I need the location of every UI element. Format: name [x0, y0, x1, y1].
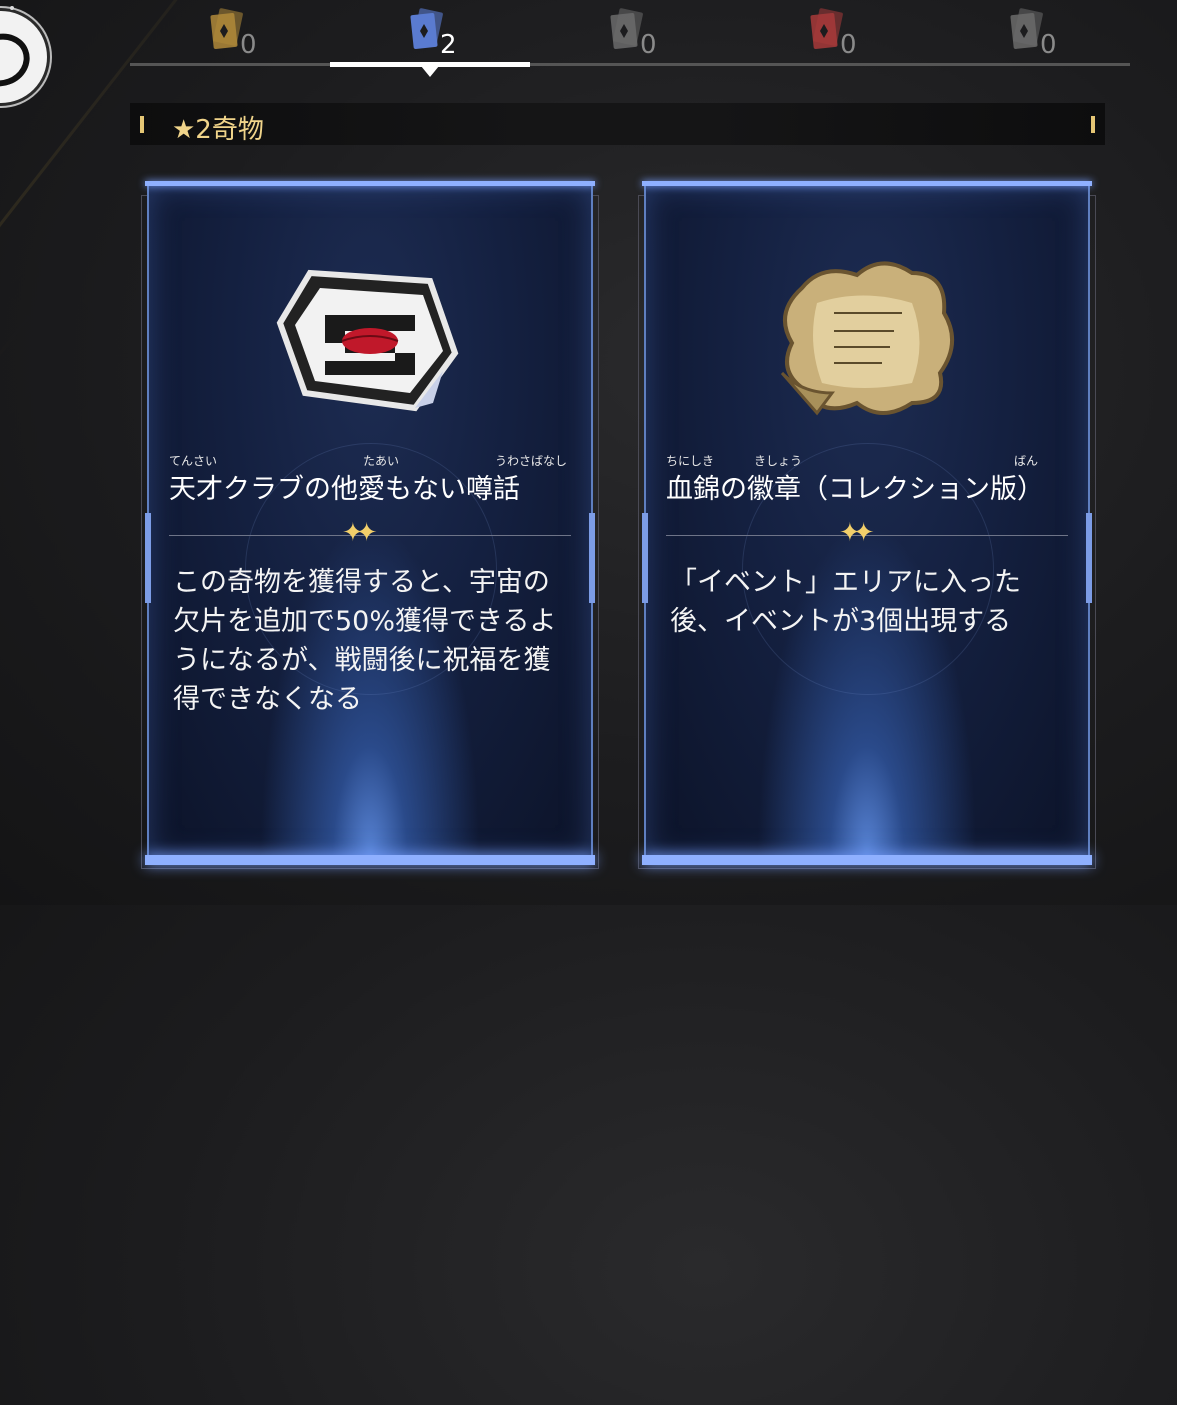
tab-rarity-5[interactable]: 0	[930, 0, 1130, 64]
tab-rarity-1[interactable]: 0	[130, 0, 330, 64]
parchment-badge-icon	[780, 261, 955, 416]
section-cap-left	[140, 116, 144, 133]
avatar-indicator	[10, 6, 14, 10]
curio-card-blood-brocade-badge[interactable]: ちにしき きしょう ばん 血錦の徽章（コレクション版） ✦✦ 「イベント」エリア…	[638, 181, 1096, 869]
curio-name: 血錦の徽章（コレクション版）	[666, 474, 1044, 505]
tab-rarity-2[interactable]: 2	[330, 0, 530, 64]
furigana: てんさい	[169, 454, 218, 468]
curio-description: この奇物を獲得すると、宇宙の欠片を追加で50%獲得できるようになるが、戦闘後に祝…	[173, 567, 557, 715]
sparkle-icon: ✦✦	[342, 518, 377, 548]
divider	[169, 535, 571, 536]
section-title: ★2奇物	[172, 115, 264, 145]
rarity-tab-bar: 0 2 0 0 0	[130, 0, 1130, 80]
card-bottom-glow	[145, 855, 595, 865]
tab-count: 0	[1040, 30, 1057, 60]
tab-rarity-3[interactable]: 0	[530, 0, 730, 64]
card-notch	[1086, 513, 1092, 603]
card-top-bar	[642, 181, 1092, 186]
furigana: ばん	[1014, 454, 1039, 468]
tab-count: 0	[840, 30, 857, 60]
tab-rarity-4[interactable]: 0	[730, 0, 930, 64]
curio-description: 「イベント」エリアに入った後、イベントが3個出現する	[670, 567, 1021, 637]
tab-count: 0	[640, 30, 657, 60]
furigana: たあい	[363, 454, 400, 468]
section-cap-right	[1091, 116, 1095, 133]
curio-card-genius-club-rumor[interactable]: てんさい たあい うわさばなし 天才クラブの他愛もない噂話 ✦✦ この奇物を獲得…	[141, 181, 599, 869]
curio-name: 天才クラブの他愛もない噂話	[169, 474, 520, 505]
card-notch	[145, 513, 151, 603]
background-streak	[0, 300, 43, 1405]
furigana: うわさばなし	[495, 454, 568, 468]
card-notch	[589, 513, 595, 603]
furigana: きしょう	[754, 454, 803, 468]
tab-pointer-icon	[421, 66, 439, 77]
tab-count: 2	[440, 30, 457, 60]
card-bottom-glow	[642, 855, 1092, 865]
sparkle-icon: ✦✦	[839, 518, 874, 548]
lipstick-badge-icon	[276, 269, 459, 412]
section-header: ★2奇物	[130, 103, 1105, 145]
card-top-bar	[145, 181, 595, 186]
furigana: ちにしき	[666, 454, 715, 468]
divider	[666, 535, 1068, 536]
tab-count: 0	[240, 30, 257, 60]
card-notch	[642, 513, 648, 603]
